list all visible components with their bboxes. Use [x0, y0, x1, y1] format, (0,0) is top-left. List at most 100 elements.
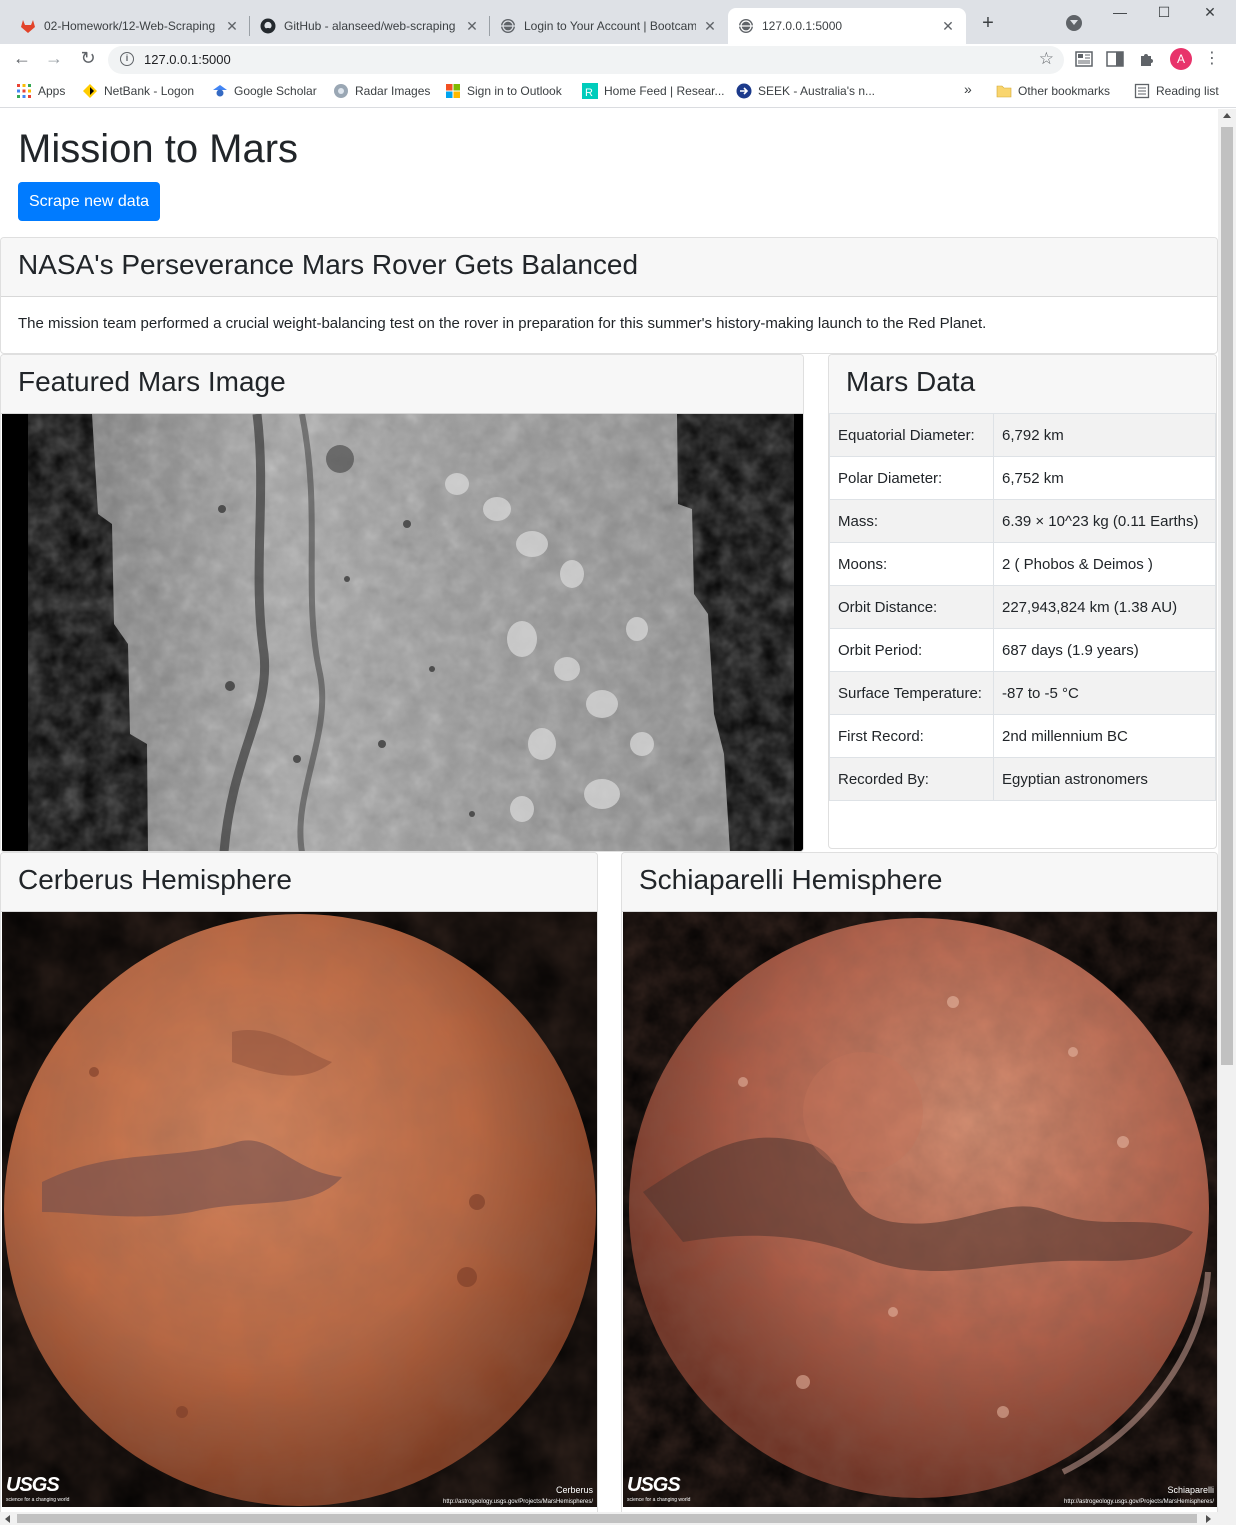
bookmark-outlook[interactable]: Sign in to Outlook [445, 83, 562, 99]
tab-gitlab[interactable]: 02-Homework/12-Web-Scraping ✕ [10, 8, 250, 44]
bookmark-apps[interactable]: Apps [16, 83, 65, 99]
featured-image-header: Featured Mars Image [1, 355, 803, 414]
close-icon[interactable]: ✕ [702, 18, 718, 35]
back-arrow-icon[interactable]: ← [10, 48, 34, 69]
fact-label: Surface Temperature: [829, 671, 994, 715]
maximize-icon[interactable]: ☐ [1152, 4, 1176, 21]
table-row: First Record: 2nd millennium BC [829, 714, 1216, 758]
vertical-scrollbar[interactable] [1218, 109, 1236, 1512]
scrape-button[interactable]: Scrape new data [18, 182, 160, 221]
address-url[interactable]: 127.0.0.1:5000 [144, 52, 231, 67]
tab-title: Login to Your Account | Bootcamp [524, 19, 696, 33]
bookmark-label: SEEK - Australia's n... [758, 84, 876, 98]
close-icon[interactable]: ✕ [224, 18, 240, 35]
forward-arrow-icon[interactable]: → [42, 48, 66, 69]
bookmark-star-icon[interactable]: ☆ [1039, 49, 1054, 69]
reading-list-icon [1134, 83, 1150, 99]
horizontal-scroll-thumb[interactable] [17, 1514, 1197, 1523]
fact-value: 227,943,824 km (1.38 AU) [993, 585, 1216, 629]
hemisphere-credit: http://astrogeology.usgs.gov/Projects/Ma… [1064, 1499, 1214, 1505]
hemisphere-caption: Schiaparelli [1167, 1485, 1214, 1495]
bookmark-label: Reading list [1156, 84, 1219, 98]
featured-image-title: Featured Mars Image [18, 366, 286, 397]
reading-list-button[interactable]: Reading list [1134, 83, 1219, 99]
fact-value: 2nd millennium BC [993, 714, 1216, 758]
mars-facts-table: Equatorial Diameter: 6,792 km Polar Diame… [829, 413, 1216, 801]
schiaparelli-hemisphere-image[interactable]: USGS science for a changing world Schiapa… [623, 912, 1217, 1507]
mars-facts-card: Mars Data Equatorial Diameter: 6,792 km P… [828, 354, 1217, 849]
bookmark-other[interactable]: Other bookmarks [996, 83, 1110, 99]
tab-strip: 02-Homework/12-Web-Scraping ✕ GitHub - a… [0, 0, 1236, 44]
news-card: NASA's Perseverance Mars Rover Gets Bala… [0, 237, 1218, 354]
new-tab-button[interactable]: + [976, 12, 1000, 35]
scroll-right-arrow-icon[interactable] [1206, 1515, 1211, 1523]
profile-avatar[interactable]: A [1170, 48, 1192, 70]
apps-grid-icon [17, 84, 31, 98]
seek-icon [736, 83, 752, 99]
scroll-left-arrow-icon[interactable] [5, 1515, 10, 1523]
table-row: Mass: 6.39 × 10^23 kg (0.11 Earths) [829, 499, 1216, 543]
gitlab-icon [21, 20, 35, 33]
close-icon[interactable]: ✕ [464, 18, 480, 35]
fact-value: -87 to -5 °C [993, 671, 1216, 715]
close-window-icon[interactable]: ✕ [1198, 4, 1222, 21]
usgs-logo: USGS science for a changing world [6, 1474, 70, 1503]
hemisphere-header: Schiaparelli Hemisphere [622, 853, 1217, 912]
bookmark-seek[interactable]: SEEK - Australia's n... [736, 83, 875, 99]
bookmarks-overflow-button[interactable]: » [964, 81, 972, 97]
featured-image-graphic [2, 414, 803, 851]
tab-github[interactable]: GitHub - alanseed/web-scraping ✕ [250, 8, 490, 44]
hemisphere-credit: http://astrogeology.usgs.gov/Projects/Ma… [443, 1499, 593, 1505]
fact-label: Orbit Period: [829, 628, 994, 672]
horizontal-scrollbar[interactable] [0, 1512, 1236, 1525]
bookmark-label: NetBank - Logon [104, 84, 195, 98]
tab-search-icon[interactable] [1066, 15, 1082, 31]
bookmark-google-scholar[interactable]: Google Scholar [212, 83, 317, 99]
fact-label: Recorded By: [829, 757, 994, 801]
page-title: Mission to Mars [18, 127, 299, 171]
fact-value: 6.39 × 10^23 kg (0.11 Earths) [993, 499, 1216, 543]
news-paragraph: The mission team performed a crucial wei… [18, 315, 987, 332]
side-panel-icon[interactable] [1106, 50, 1124, 68]
table-row: Equatorial Diameter: 6,792 km [829, 413, 1216, 457]
microsoft-icon [446, 84, 460, 98]
close-icon[interactable]: ✕ [940, 18, 956, 35]
cerberus-hemisphere-image[interactable]: USGS science for a changing world Cerberu… [2, 912, 597, 1507]
extension-reader-icon[interactable] [1075, 50, 1093, 68]
minimize-icon[interactable]: — [1108, 4, 1132, 20]
bookmark-radar-images[interactable]: Radar Images [333, 83, 430, 99]
site-info-icon[interactable]: i [120, 52, 134, 66]
news-card-header: NASA's Perseverance Mars Rover Gets Bala… [1, 238, 1217, 297]
bookmark-netbank[interactable]: NetBank - Logon [82, 83, 194, 99]
page-viewport: Mission to Mars Scrape new data NASA's P… [0, 109, 1218, 1512]
tab-title: 02-Homework/12-Web-Scraping [44, 19, 216, 33]
reload-icon[interactable]: ↻ [76, 48, 100, 69]
browser-menu-icon[interactable]: ⋮ [1204, 48, 1220, 68]
globe-icon [739, 19, 753, 33]
fact-value: 6,792 km [993, 413, 1216, 457]
bookmark-researchgate[interactable]: R Home Feed | Resear... [582, 83, 725, 99]
fact-value: 6,752 km [993, 456, 1216, 500]
bookmark-label: Google Scholar [234, 84, 317, 98]
tab-bootcamp-login[interactable]: Login to Your Account | Bootcamp ✕ [490, 8, 728, 44]
news-title: NASA's Perseverance Mars Rover Gets Bala… [18, 249, 639, 280]
hemisphere-caption: Cerberus [555, 1485, 593, 1495]
mars-facts-title: Mars Data [846, 366, 976, 397]
fact-label: Moons: [829, 542, 994, 586]
tab-title: 127.0.0.1:5000 [762, 19, 843, 33]
google-scholar-icon [213, 85, 227, 97]
vertical-scroll-thumb[interactable] [1221, 127, 1233, 1065]
address-bar[interactable]: i 127.0.0.1:5000 ☆ [108, 46, 1064, 74]
tab-localhost[interactable]: 127.0.0.1:5000 ✕ [728, 8, 966, 44]
table-row: Orbit Distance: 227,943,824 km (1.38 AU) [829, 585, 1216, 629]
fact-value: Egyptian astronomers [993, 757, 1216, 801]
scroll-up-arrow-icon[interactable] [1223, 113, 1231, 118]
fact-label: Orbit Distance: [829, 585, 994, 629]
fact-label: Polar Diameter: [829, 456, 994, 500]
browser-toolbar: ← → ↻ i 127.0.0.1:5000 ☆ A ⋮ [0, 44, 1236, 76]
bookmark-label: Radar Images [355, 84, 431, 98]
hemisphere-title: Cerberus Hemisphere [18, 864, 292, 895]
featured-mars-image[interactable] [2, 414, 803, 851]
fact-label: First Record: [829, 714, 994, 758]
puzzle-extensions-icon[interactable] [1138, 50, 1156, 68]
